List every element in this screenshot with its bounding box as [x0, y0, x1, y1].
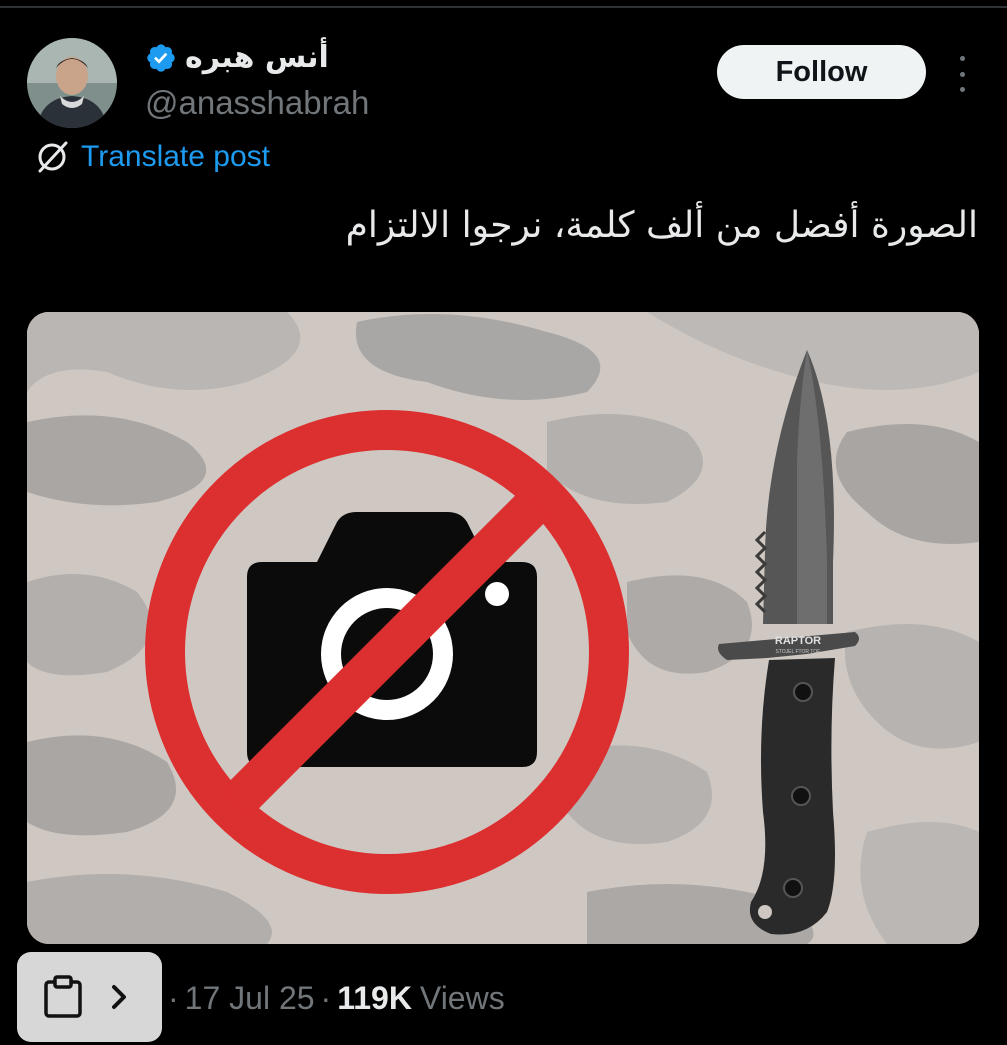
verified-badge-icon	[147, 43, 175, 72]
post-text: الصورة أفضل من ألف كلمة، نرجوا الالتزام	[345, 205, 978, 246]
translate-post-link[interactable]: Translate post	[35, 140, 270, 174]
views-label: Views	[419, 980, 505, 1016]
more-dots-icon[interactable]	[950, 56, 974, 92]
knife-brand-label: RAPTOR	[775, 635, 821, 647]
author-display-name: أنس هبره	[185, 40, 329, 75]
top-divider	[0, 6, 1007, 8]
views-count: 119K	[337, 980, 412, 1016]
post-date[interactable]: 17 Jul 25	[185, 980, 315, 1017]
meta-separator: ·	[168, 980, 179, 1016]
meta-separator: ·	[320, 980, 332, 1016]
author-handle[interactable]: @anasshabrah	[145, 84, 369, 122]
translate-post-label: Translate post	[81, 140, 270, 173]
post-meta: · 17 Jul 25 · 119K Views	[162, 980, 505, 1017]
knife-subtext-label: STOJEL FTOR TOE	[775, 649, 821, 655]
clipboard-icon	[44, 975, 82, 1018]
clipboard-toolbar-button[interactable]	[17, 952, 162, 1042]
follow-button[interactable]: Follow	[717, 45, 926, 99]
chevron-right-icon	[112, 985, 126, 1009]
post-image[interactable]: RAPTOR STOJEL FTOR TOE	[27, 312, 979, 944]
author-name-row[interactable]: أنس هبره	[145, 40, 329, 75]
avatar[interactable]	[27, 38, 117, 128]
globe-slash-icon	[38, 141, 68, 173]
